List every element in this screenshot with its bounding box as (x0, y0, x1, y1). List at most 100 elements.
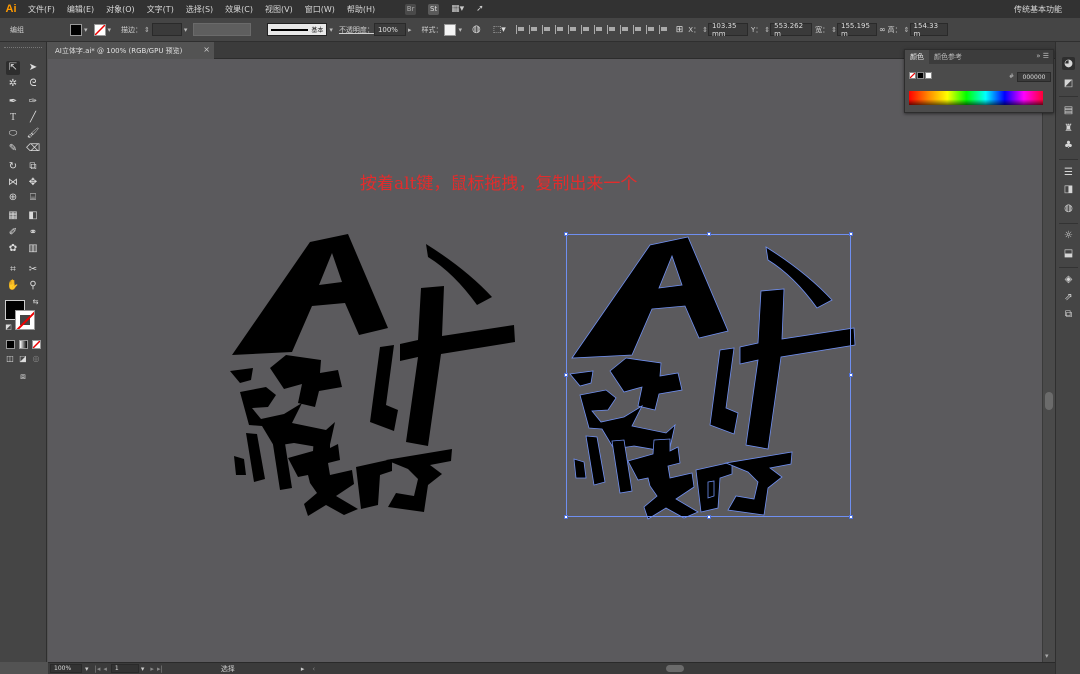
stroke-stepper-icon[interactable]: ⇕ (144, 26, 150, 34)
type-tool-icon[interactable]: T (6, 111, 20, 125)
ellipse-tool-icon[interactable]: ⬭ (6, 127, 20, 141)
draw-inside-icon[interactable]: ◎ (31, 354, 41, 364)
distribute-vcenter-icon[interactable] (606, 25, 616, 34)
graphic-style-swatch[interactable] (444, 23, 457, 36)
slice-tool-icon[interactable]: ✂ (26, 263, 40, 277)
menu-view[interactable]: 视图(V) (259, 4, 299, 15)
free-transform-tool-icon[interactable]: ✥ (26, 176, 40, 190)
zoom-tool-icon[interactable]: ⚲ (26, 279, 40, 293)
rocket-icon[interactable]: ➚ (476, 4, 484, 14)
width-field[interactable]: 155.195 m (836, 22, 877, 38)
transparency-panel-icon[interactable]: ◍ (1062, 202, 1075, 215)
align-right-icon[interactable] (541, 25, 551, 34)
perspective-grid-tool-icon[interactable]: ⌸ (26, 191, 40, 205)
menu-window[interactable]: 窗口(W) (299, 4, 341, 15)
handle-middle-left[interactable] (564, 373, 568, 377)
stroke-swatch[interactable] (93, 23, 106, 36)
scroll-down-icon[interactable]: ▾ (1045, 652, 1049, 660)
layers-panel-icon[interactable]: ◈ (1062, 273, 1075, 286)
recolor-artwork-icon[interactable]: ◍ (472, 24, 481, 35)
menu-effect[interactable]: 效果(C) (219, 4, 259, 15)
menu-object[interactable]: 对象(O) (100, 4, 141, 15)
appearance-panel-icon[interactable]: ☼ (1062, 229, 1075, 242)
tab-color-guide[interactable]: 颜色参考 (929, 50, 967, 64)
menu-edit[interactable]: 编辑(E) (61, 4, 100, 15)
artboards-panel-icon[interactable]: ⧉ (1062, 308, 1075, 321)
opacity-field[interactable]: 100% (373, 23, 406, 36)
handle-top-right[interactable] (849, 232, 853, 236)
default-fill-stroke-icon[interactable]: ◩ (4, 323, 13, 332)
color-spectrum[interactable] (909, 91, 1043, 105)
constrain-proportions-icon[interactable]: ∞ (879, 25, 886, 34)
bridge-icon[interactable]: Br (405, 3, 417, 15)
column-graph-tool-icon[interactable]: ▥ (26, 242, 40, 256)
distribute-top-icon[interactable] (593, 25, 603, 34)
style-dropdown-icon[interactable]: ▾ (458, 26, 462, 34)
fill-dropdown-icon[interactable]: ▾ (84, 26, 88, 34)
distribute-hcenter-icon[interactable] (645, 25, 655, 34)
blend-tool-icon[interactable]: ⚭ (26, 226, 40, 240)
none-swatch[interactable] (909, 72, 916, 79)
menu-select[interactable]: 选择(S) (180, 4, 219, 15)
curvature-tool-icon[interactable]: ✑ (26, 95, 40, 109)
handle-bottom-right[interactable] (849, 515, 853, 519)
selection-bounding-box[interactable] (564, 232, 853, 519)
magic-wand-tool-icon[interactable]: ✲ (6, 77, 20, 91)
mesh-tool-icon[interactable]: ▦ (6, 209, 20, 223)
gradient-panel-icon[interactable]: ◨ (1062, 183, 1075, 196)
vertical-scrollbar[interactable]: ▴ ▾ (1042, 59, 1055, 662)
vertical-scroll-thumb[interactable] (1045, 392, 1053, 410)
direct-selection-tool-icon[interactable]: ➤ (26, 61, 40, 75)
scale-tool-icon[interactable]: ⧉ (26, 160, 40, 174)
reference-point-icon[interactable]: ⊞ (676, 25, 684, 35)
handle-bottom-left[interactable] (564, 515, 568, 519)
draw-behind-icon[interactable]: ◪ (18, 354, 28, 364)
swap-fill-stroke-icon[interactable]: ⇆ (31, 298, 40, 307)
zoom-field[interactable]: 100% (50, 664, 82, 673)
brush-definition-field[interactable]: 基本 (267, 23, 328, 36)
brushes-icon[interactable]: ♜ (1062, 122, 1075, 135)
color-panel-icon[interactable]: ◕ (1062, 57, 1075, 70)
symbols-icon[interactable]: ♣ (1062, 139, 1075, 152)
brush-dropdown-icon[interactable]: ▾ (329, 26, 333, 34)
paintbrush-tool-icon[interactable]: 🖌 (26, 127, 40, 141)
arrange-documents-icon[interactable]: ▦▾ (451, 4, 464, 14)
prev-artboard-icon[interactable]: ◂ (103, 665, 107, 673)
properties-icon[interactable]: ▤ (1062, 104, 1075, 117)
align-to-selection-icon[interactable]: ⬚▾ (493, 25, 506, 35)
hand-tool-icon[interactable]: ✋ (6, 279, 20, 293)
handle-middle-right[interactable] (849, 373, 853, 377)
horizontal-scroll-thumb[interactable] (666, 665, 684, 672)
distribute-right-icon[interactable] (658, 25, 668, 34)
pen-tool-icon[interactable]: ✒ (6, 95, 20, 109)
handle-bottom-center[interactable] (707, 515, 711, 519)
canvas[interactable]: 按着alt键，鼠标拖拽，复制出来一个 (48, 59, 1042, 662)
align-bottom-icon[interactable] (580, 25, 590, 34)
eyedropper-tool-icon[interactable]: ✐ (6, 226, 20, 240)
color-mode-icon[interactable] (6, 340, 15, 349)
shaper-tool-icon[interactable]: ✎ (6, 142, 20, 156)
width-tool-icon[interactable]: ⋈ (6, 176, 20, 190)
graphic-styles-icon[interactable]: ⬓ (1062, 247, 1075, 260)
ai-design-logo-original[interactable] (218, 224, 518, 524)
artboard-dropdown-icon[interactable]: ▾ (141, 665, 145, 673)
opacity-arrow-icon[interactable]: ▸ (408, 26, 412, 34)
height-field[interactable]: 154.33 m (909, 22, 948, 38)
stroke-weight-dropdown-icon[interactable]: ▾ (184, 26, 188, 34)
stroke-weight-field[interactable] (151, 23, 182, 36)
shape-builder-tool-icon[interactable]: ⊕ (6, 191, 20, 205)
eraser-tool-icon[interactable]: ⌫ (26, 142, 40, 156)
artboard-tool-icon[interactable]: ⌗ (6, 263, 20, 277)
next-artboard-icon[interactable]: ▸ (150, 665, 154, 673)
fill-swatch[interactable] (70, 23, 82, 36)
tools-panel-grip[interactable] (4, 47, 42, 50)
align-hcenter-icon[interactable] (528, 25, 538, 34)
line-segment-tool-icon[interactable]: ╱ (26, 111, 40, 125)
color-guide-icon[interactable]: ◩ (1062, 77, 1075, 90)
last-artboard-icon[interactable]: ▸| (157, 665, 163, 673)
none-mode-icon[interactable] (32, 340, 41, 349)
gradient-tool-icon[interactable]: ◧ (26, 209, 40, 223)
black-swatch[interactable] (917, 72, 924, 79)
tab-color[interactable]: 颜色 (905, 50, 929, 64)
panel-menu-icon[interactable]: » ☰ (1036, 52, 1049, 60)
